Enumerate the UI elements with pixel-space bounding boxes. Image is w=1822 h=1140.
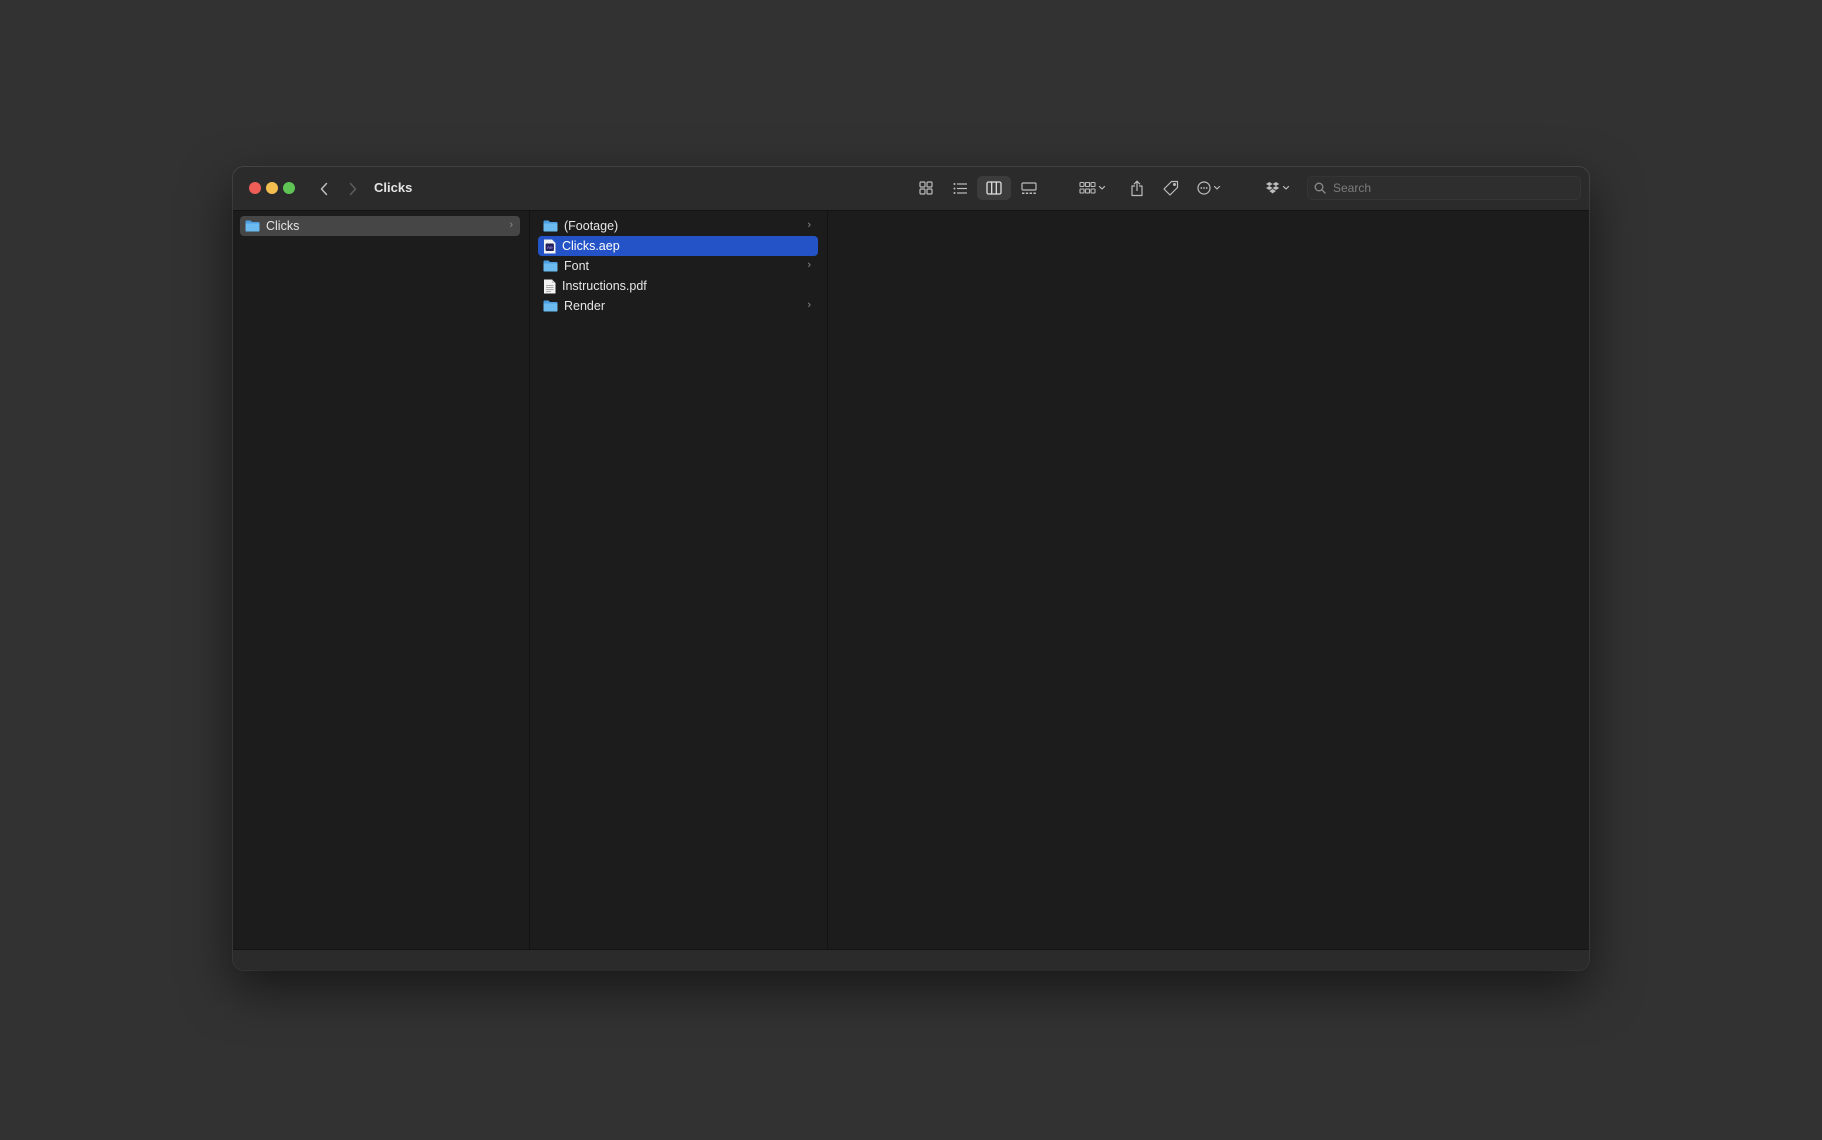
search-icon — [1314, 182, 1326, 194]
column-1[interactable]: Clicks › — [233, 211, 530, 949]
column-2[interactable]: (Footage) › Ae Clicks.aep Font › Instruc… — [530, 211, 828, 949]
back-button[interactable] — [314, 179, 334, 199]
gallery-view-button[interactable] — [1015, 176, 1043, 200]
list-item-instructions-pdf[interactable]: Instructions.pdf — [538, 276, 818, 296]
folder-icon — [543, 260, 558, 272]
list-item-label: Clicks — [266, 219, 300, 233]
forward-button[interactable] — [343, 179, 363, 199]
tag-button[interactable] — [1158, 176, 1184, 200]
list-view-button[interactable] — [946, 176, 974, 200]
list-item-label: Font — [564, 259, 590, 273]
toolbar: Clicks — [233, 167, 1589, 211]
pdf-file-icon — [544, 279, 556, 293]
icon-view-icon — [919, 181, 933, 195]
finder-window: Clicks Search Clicks › (Footage) › Ae Cl… — [233, 167, 1589, 970]
close-button[interactable] — [249, 182, 261, 194]
list-item-render-folder[interactable]: Render › — [538, 296, 818, 316]
more-actions-button[interactable] — [1194, 176, 1228, 200]
gallery-view-icon — [1021, 181, 1037, 194]
search-input[interactable] — [1331, 180, 1565, 196]
folder-icon — [543, 300, 558, 312]
chevron-right-icon — [349, 182, 357, 196]
list-item-font-folder[interactable]: Font › — [538, 256, 818, 276]
folder-icon — [245, 220, 260, 232]
list-item-label: Instructions.pdf — [562, 279, 647, 293]
window-title: Clicks — [374, 180, 413, 195]
dropbox-button[interactable] — [1262, 176, 1296, 200]
folder-icon — [543, 220, 558, 232]
minimize-button[interactable] — [266, 182, 278, 194]
status-bar — [233, 949, 1589, 970]
more-actions-icon — [1197, 181, 1221, 195]
chevron-right-icon: › — [509, 219, 513, 231]
group-button[interactable] — [1076, 176, 1110, 200]
dropbox-icon — [1266, 182, 1290, 194]
share-button[interactable] — [1124, 176, 1150, 200]
preview-column[interactable] — [828, 211, 1589, 949]
search-field[interactable] — [1307, 176, 1581, 200]
list-item-label: Clicks.aep — [562, 239, 620, 253]
icon-view-button[interactable] — [912, 176, 940, 200]
chevron-right-icon: › — [807, 259, 811, 271]
column-view-button[interactable] — [977, 176, 1011, 200]
maximize-button[interactable] — [283, 182, 295, 194]
after-effects-file-icon: Ae — [544, 239, 556, 253]
list-item-label: Render — [564, 299, 605, 313]
svg-text:Ae: Ae — [547, 245, 553, 251]
list-item-label: (Footage) — [564, 219, 619, 233]
share-icon — [1131, 180, 1143, 196]
column-browser: Clicks › (Footage) › Ae Clicks.aep Font … — [233, 211, 1589, 949]
group-icon — [1079, 181, 1106, 194]
chevron-left-icon — [320, 182, 328, 196]
tag-icon — [1163, 180, 1179, 196]
list-view-icon — [953, 182, 967, 194]
column-view-icon — [986, 181, 1002, 195]
list-item-clicks-folder[interactable]: Clicks › — [240, 216, 520, 236]
list-item-clicks-aep[interactable]: Ae Clicks.aep — [538, 236, 818, 256]
list-item-footage-folder[interactable]: (Footage) › — [538, 216, 818, 236]
chevron-right-icon: › — [807, 299, 811, 311]
chevron-right-icon: › — [807, 219, 811, 231]
